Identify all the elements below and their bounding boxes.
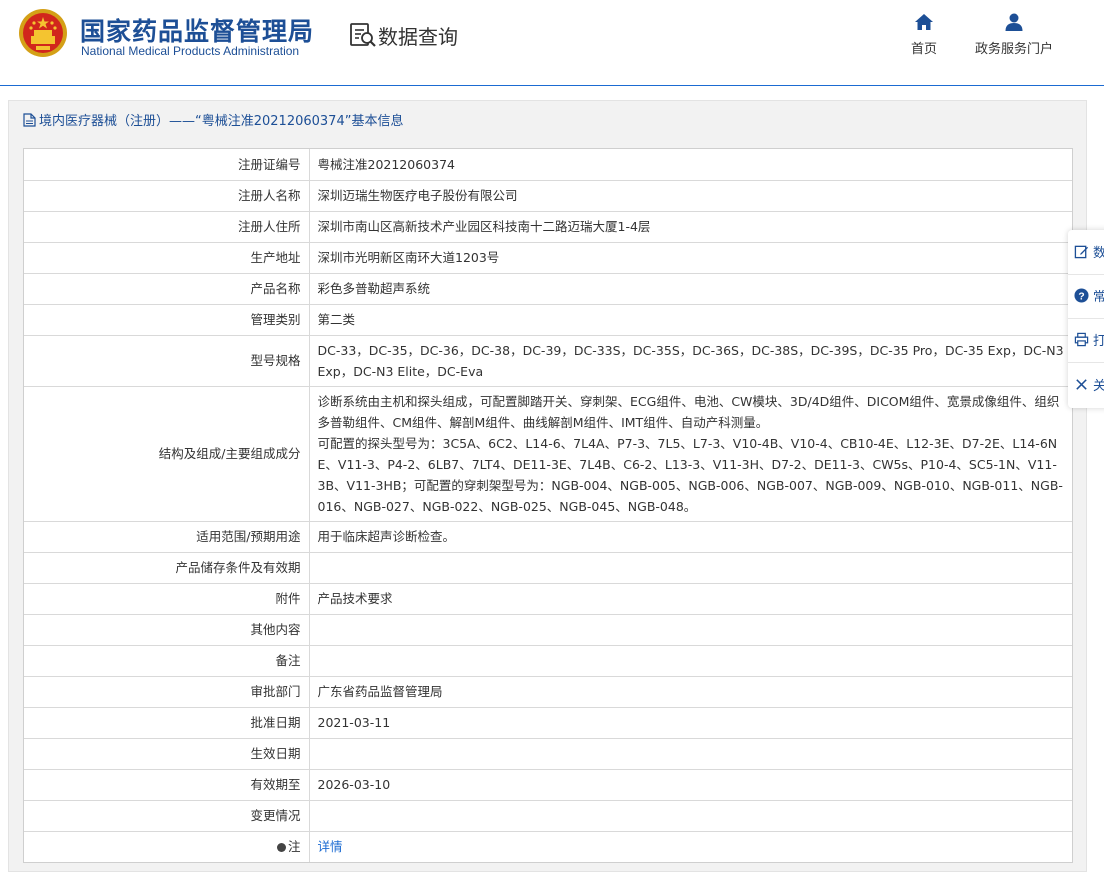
- field-value: [308, 799, 1072, 832]
- field-label: 结构及组成/主要组成成分: [24, 385, 310, 522]
- table-row: 注册人名称 深圳迈瑞生物医疗电子股份有限公司: [24, 179, 1072, 212]
- table-row: 管理类别 第二类: [24, 303, 1072, 336]
- field-value: [308, 551, 1072, 584]
- field-value: 粤械注准20212060374: [308, 149, 1072, 181]
- float-item-close[interactable]: 关: [1074, 375, 1104, 394]
- table-row: 产品名称 彩色多普勒超声系统: [24, 272, 1072, 305]
- field-value: [308, 644, 1072, 677]
- note-bullet-icon: [276, 843, 286, 853]
- table-row: 审批部门 广东省药品监督管理局: [24, 675, 1072, 708]
- basic-info-panel: 境内医疗器械（注册）——“粤械注准20212060374”基本信息 注册证编号粤…: [8, 100, 1087, 872]
- question-icon: ?: [1074, 288, 1089, 303]
- float-item-faq[interactable]: ? 常: [1074, 286, 1104, 305]
- field-label: 审批部门: [24, 675, 310, 708]
- table-row: 生产地址 深圳市光明新区南环大道1203号: [24, 241, 1072, 274]
- divider: [1068, 318, 1104, 319]
- note-label-cell: 注: [24, 830, 310, 862]
- close-icon: [1076, 379, 1087, 390]
- float-item-close-label: 关: [1093, 379, 1104, 394]
- field-value: 深圳迈瑞生物医疗电子股份有限公司: [308, 179, 1072, 212]
- field-value: 广东省药品监督管理局: [308, 675, 1072, 708]
- table-row: 附件 产品技术要求: [24, 582, 1072, 615]
- float-item-data[interactable]: 数: [1074, 242, 1104, 261]
- table-row: 其他内容: [24, 613, 1072, 646]
- site-header: 国家药品监督管理局 National Medical Products Admi…: [0, 0, 1104, 86]
- float-item-faq-label: 常: [1093, 290, 1104, 305]
- panel-title: 境内医疗器械（注册）——“粤械注准20212060374”基本信息: [23, 110, 403, 129]
- field-value: 第二类: [308, 303, 1072, 336]
- national-emblem-icon: [19, 9, 67, 57]
- nav-home-label: 首页: [910, 42, 937, 57]
- field-label: 生效日期: [24, 737, 310, 770]
- table-row: 产品储存条件及有效期: [24, 551, 1072, 584]
- table-row: 结构及组成/主要组成成分 诊断系统由主机和探头组成，可配置脚踏开关、穿刺架、ECG…: [24, 385, 1072, 522]
- field-value: [308, 737, 1072, 770]
- table-row: 批准日期 2021-03-11: [24, 706, 1072, 739]
- field-value: 用于临床超声诊断检查。: [308, 520, 1072, 553]
- note-label: 注: [287, 839, 301, 855]
- field-label: 生产地址: [24, 241, 310, 274]
- field-label: 批准日期: [24, 706, 310, 739]
- edit-icon: [1074, 245, 1089, 259]
- details-link[interactable]: 详情: [318, 839, 343, 854]
- section-title: 数据查询: [378, 25, 458, 49]
- field-value: 诊断系统由主机和探头组成，可配置脚踏开关、穿刺架、ECG组件、电池、CW模块、3…: [308, 385, 1072, 522]
- field-value: 深圳市南山区高新技术产业园区科技南十二路迈瑞大厦1-4层: [308, 210, 1072, 243]
- divider: [1068, 362, 1104, 363]
- table-row: 型号规格 DC-33，DC-35，DC-36，DC-38，DC-39，DC-33S…: [24, 334, 1072, 387]
- field-value: 深圳市光明新区南环大道1203号: [308, 241, 1072, 274]
- field-label: 注册人住所: [24, 210, 310, 243]
- field-value: 彩色多普勒超声系统: [308, 272, 1072, 305]
- print-icon: [1074, 332, 1089, 347]
- data-query-icon: [350, 23, 376, 47]
- divider: [1068, 274, 1104, 275]
- field-label: 管理类别: [24, 303, 310, 336]
- field-label: 变更情况: [24, 799, 310, 832]
- field-label: 产品名称: [24, 272, 310, 305]
- field-value: 产品技术要求: [308, 582, 1072, 615]
- field-label: 注册人名称: [24, 179, 310, 212]
- table-row: 有效期至 2026-03-10: [24, 768, 1072, 801]
- nav-home[interactable]: 首页: [904, 12, 944, 57]
- document-icon: [23, 112, 36, 127]
- field-label: 适用范围/预期用途: [24, 520, 310, 553]
- svg-text:?: ?: [1078, 291, 1084, 302]
- nav-portal-label: 政务服务门户: [974, 42, 1053, 57]
- org-name-en: National Medical Products Administration: [81, 44, 300, 58]
- user-icon: [1005, 13, 1023, 31]
- field-label: 附件: [24, 582, 310, 615]
- org-name-cn: 国家药品监督管理局: [80, 17, 315, 46]
- field-label: 型号规格: [24, 334, 310, 387]
- table-row: 注册人住所 深圳市南山区高新技术产业园区科技南十二路迈瑞大厦1-4层: [24, 210, 1072, 243]
- field-value: DC-33，DC-35，DC-36，DC-38，DC-39，DC-33S，DC-…: [308, 334, 1072, 387]
- floating-toolbar: 数 ? 常 打 关: [1068, 230, 1104, 408]
- nav-service-portal[interactable]: 政务服务门户: [970, 12, 1058, 57]
- field-label: 注册证编号: [24, 149, 310, 181]
- table-row: 备注: [24, 644, 1072, 677]
- info-table: 注册证编号 粤械注准20212060374 注册人名称 深圳迈瑞生物医疗电子股份有限公…: [23, 148, 1073, 863]
- float-item-print[interactable]: 打: [1074, 330, 1104, 349]
- note-value-cell: 详情: [308, 830, 1072, 862]
- table-row: 适用范围/预期用途 用于临床超声诊断检查。: [24, 520, 1072, 553]
- field-value: 2021-03-11: [308, 706, 1072, 739]
- float-item-print-label: 打: [1093, 334, 1104, 349]
- table-row: 注册证编号 粤械注准20212060374: [24, 149, 1072, 181]
- field-label: 产品储存条件及有效期: [24, 551, 310, 584]
- home-icon: [915, 14, 933, 30]
- table-row: 变更情况: [24, 799, 1072, 832]
- table-row-note: 注 详情: [24, 830, 1072, 862]
- field-label: 其他内容: [24, 613, 310, 646]
- table-row: 生效日期: [24, 737, 1072, 770]
- field-value: 2026-03-10: [308, 768, 1072, 801]
- field-value: [308, 613, 1072, 646]
- panel-title-text: 境内医疗器械（注册）——“粤械注准20212060374”基本信息: [39, 114, 404, 129]
- float-item-data-label: 数: [1093, 246, 1104, 261]
- field-label: 有效期至: [24, 768, 310, 801]
- field-label: 备注: [24, 644, 310, 677]
